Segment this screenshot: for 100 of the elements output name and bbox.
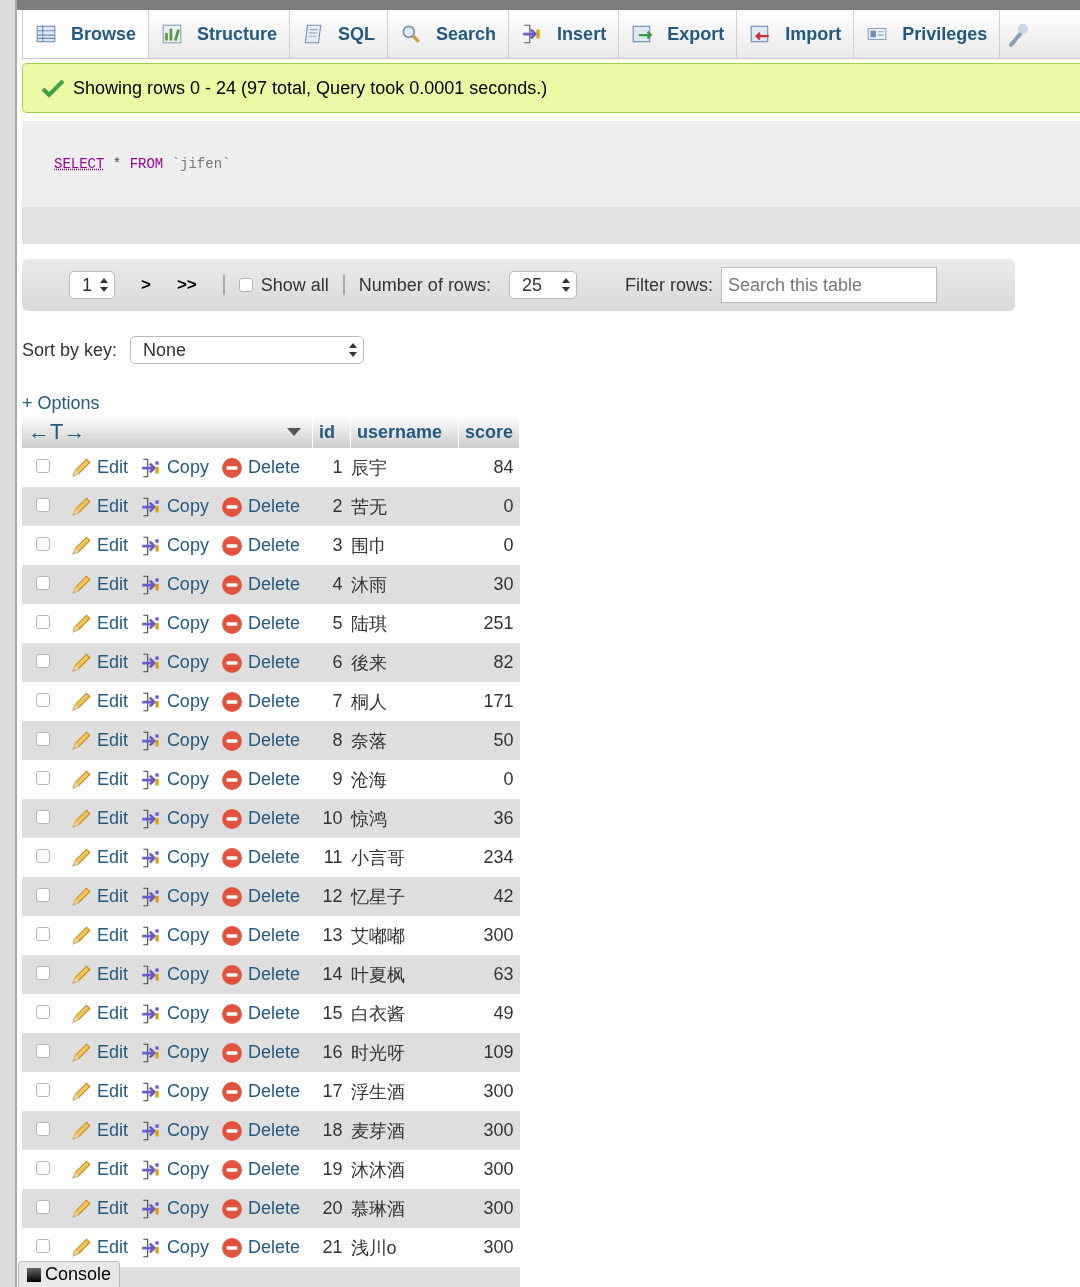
row-checkbox[interactable] [36, 1161, 50, 1175]
row-checkbox[interactable] [36, 1239, 50, 1253]
delete-link[interactable]: Delete [221, 612, 303, 635]
row-checkbox[interactable] [36, 810, 50, 824]
options-link[interactable]: + Options [22, 393, 100, 414]
delete-icon [221, 690, 244, 713]
row-checkbox[interactable] [36, 459, 50, 473]
table-cell: 惊鸿 [350, 799, 459, 838]
edit-link[interactable]: Edit [70, 1236, 130, 1259]
tab[interactable]: Browse [22, 10, 150, 58]
delete-link[interactable]: Delete [221, 456, 303, 479]
table-cell: 白衣酱 [350, 994, 459, 1033]
edit-link[interactable]: Edit [70, 1080, 130, 1103]
row-checkbox[interactable] [36, 576, 50, 590]
delete-icon [221, 1002, 244, 1025]
checkbox[interactable] [238, 278, 253, 292]
table-cell: 82 [458, 643, 520, 682]
row-checkbox[interactable] [36, 771, 50, 785]
wrench-icon[interactable] [1008, 21, 1029, 47]
table-cell: 36 [458, 799, 520, 838]
rows-label: Number of rows: [358, 274, 491, 296]
dropdown-icon[interactable] [286, 427, 302, 437]
column-header[interactable]: id [312, 416, 351, 448]
row-checkbox[interactable] [36, 927, 50, 941]
delete-icon [221, 729, 244, 752]
edit-link[interactable]: Edit [70, 456, 130, 479]
sort-select[interactable]: None [130, 336, 365, 364]
page-select[interactable]: 1 [69, 271, 115, 299]
table-cell: 麦芽酒 [350, 1111, 459, 1150]
table-cell: 沐雨 [350, 565, 459, 604]
delete-link[interactable]: Delete [221, 1236, 303, 1259]
copy-link[interactable]: Copy [139, 768, 212, 791]
filter-field[interactable]: Search this table [720, 267, 937, 303]
delete-link[interactable]: Delete [221, 768, 303, 791]
delete-link[interactable]: Delete [221, 846, 303, 869]
delete-icon [221, 1080, 244, 1103]
next-button[interactable]: > [141, 275, 151, 295]
last-button[interactable]: >> [176, 275, 197, 295]
message-text: Showing rows 0 - 24 (97 total, Query took 0.0001 seconds.) [73, 77, 548, 99]
delete-link[interactable]: Delete [221, 1080, 303, 1103]
row-checkbox[interactable] [36, 654, 50, 668]
console-icon [27, 1267, 41, 1282]
edit-link[interactable]: Edit [70, 612, 130, 635]
rows-select[interactable]: 25 [508, 271, 577, 299]
copy-link[interactable]: Copy [139, 924, 212, 947]
row-checkbox[interactable] [36, 1005, 50, 1019]
table-cell: 300 [458, 1228, 520, 1267]
column-header[interactable]: username [350, 416, 459, 448]
copy-link[interactable]: Copy [139, 534, 212, 557]
table-cell: 63 [458, 955, 520, 994]
insert-icon [139, 846, 162, 869]
row-checkbox[interactable] [36, 1083, 50, 1097]
row-checkbox[interactable] [36, 732, 50, 746]
delete-link[interactable]: Delete [221, 690, 303, 713]
edit-link[interactable]: Edit [70, 1002, 130, 1025]
edit-link[interactable]: Edit [70, 1158, 130, 1181]
row-checkbox[interactable] [36, 693, 50, 707]
edit-link[interactable]: Edit [70, 534, 130, 557]
copy-link[interactable]: Copy [139, 690, 212, 713]
checkbox-label: Show all [260, 274, 329, 296]
table-cell: 50 [458, 721, 520, 760]
edit-link[interactable]: Edit [70, 690, 130, 713]
table-cell: 9 [312, 760, 351, 799]
console-tab[interactable]: Console [18, 1261, 121, 1287]
row-checkbox[interactable] [36, 966, 50, 980]
edit-link[interactable]: Edit [70, 924, 130, 947]
copy-link[interactable]: Copy [139, 1002, 212, 1025]
copy-link[interactable]: Copy [139, 846, 212, 869]
column-header[interactable]: score [458, 416, 520, 448]
delete-link[interactable]: Delete [221, 534, 303, 557]
resize-handle[interactable]: ←T→ [28, 419, 86, 445]
row-checkbox[interactable] [36, 615, 50, 629]
delete-link[interactable]: Delete [221, 924, 303, 947]
edit-link[interactable]: Edit [70, 768, 130, 791]
delete-icon [221, 1119, 244, 1142]
row-checkbox[interactable] [36, 537, 50, 551]
row-checkbox[interactable] [36, 1044, 50, 1058]
copy-link[interactable]: Copy [139, 1080, 212, 1103]
table-cell: 16 [312, 1033, 351, 1072]
table-cell: 0 [458, 487, 520, 526]
delete-link[interactable]: Delete [221, 1158, 303, 1181]
delete-link[interactable]: Delete [221, 1002, 303, 1025]
copy-link[interactable]: Copy [139, 456, 212, 479]
copy-link[interactable]: Copy [139, 612, 212, 635]
row-checkbox[interactable] [36, 888, 50, 902]
edit-link[interactable]: Edit [70, 846, 130, 869]
table-cell: 陆琪 [350, 604, 459, 643]
insert-icon [139, 1236, 162, 1259]
copy-link[interactable]: Copy [139, 1236, 212, 1259]
row-checkbox[interactable] [36, 849, 50, 863]
row-checkbox[interactable] [36, 1122, 50, 1136]
insert-icon [139, 885, 162, 908]
delete-icon [221, 807, 244, 830]
row-checkbox[interactable] [36, 498, 50, 512]
copy-link[interactable]: Copy [139, 1158, 212, 1181]
delete-icon [221, 573, 244, 596]
spinner-icon [349, 343, 358, 357]
row-checkbox[interactable] [36, 1200, 50, 1214]
table-cell: 0 [458, 526, 520, 565]
pencil-icon [70, 1080, 92, 1103]
